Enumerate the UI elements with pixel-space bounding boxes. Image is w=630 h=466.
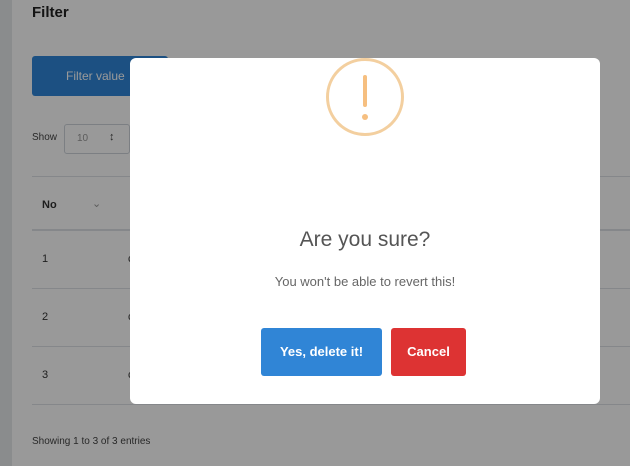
- warning-icon: [326, 58, 404, 136]
- dialog-title: Are you sure?: [299, 228, 431, 251]
- cancel-button[interactable]: Cancel: [391, 328, 466, 376]
- dialog-message: You won't be able to revert this!: [274, 274, 456, 289]
- warning-icon-dot: [362, 114, 368, 120]
- confirm-dialog: Are you sure? You won't be able to rever…: [130, 58, 600, 404]
- warning-icon-bar: [363, 75, 367, 107]
- confirm-delete-button[interactable]: Yes, delete it!: [261, 328, 382, 376]
